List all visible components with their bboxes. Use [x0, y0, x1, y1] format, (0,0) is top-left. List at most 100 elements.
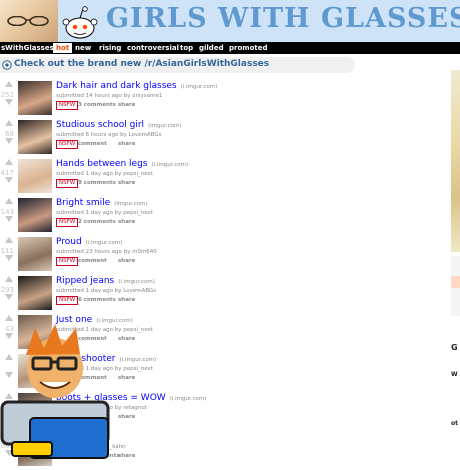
post-row: 417 Hands between legs (i.imgur.com) submit… — [0, 159, 355, 197]
tab-rising[interactable]: rising — [99, 44, 121, 52]
post-comments-link[interactable]: comment — [78, 258, 107, 264]
post-score: 417 — [0, 169, 14, 177]
tab-promoted[interactable]: promoted — [229, 44, 267, 52]
post-tagline: submitted 14 hours ago by onlysame1 — [56, 93, 163, 99]
porn-dude-mascot-logo[interactable] — [0, 320, 110, 460]
post-domain[interactable]: (i.imgur.com) — [120, 357, 157, 363]
post-comments-link[interactable]: 6 comments — [78, 297, 116, 303]
upvote-arrow-icon[interactable] — [5, 120, 13, 126]
sidebar-text-fragment: W — [451, 371, 458, 378]
tab-subreddit-name[interactable]: sWithGlasses — [1, 44, 54, 52]
sidebar-box — [451, 256, 460, 316]
glasses-icon — [7, 16, 49, 26]
post-score: 111 — [0, 247, 14, 255]
nsfw-badge: NSFW — [56, 179, 79, 188]
upvote-arrow-icon[interactable] — [5, 159, 13, 165]
downvote-arrow-icon[interactable] — [5, 255, 13, 261]
tab-top[interactable]: top — [180, 44, 193, 52]
post-thumbnail[interactable] — [18, 198, 52, 232]
reddit-alien-icon[interactable] — [60, 4, 100, 42]
post-title-link[interactable]: Proud (i.imgur.com) — [56, 237, 122, 247]
post-title-link[interactable]: Dark hair and dark glasses (i.imgur.com) — [56, 81, 217, 91]
tab-hot[interactable]: hot — [53, 43, 73, 53]
post-domain[interactable]: (imgur.com) — [114, 201, 147, 207]
tab-bar: sWithGlasses hot new rising controversia… — [0, 42, 460, 54]
header-logo-photo — [0, 0, 58, 42]
tab-new[interactable]: new — [75, 44, 91, 52]
downvote-arrow-icon[interactable] — [5, 99, 13, 105]
downvote-arrow-icon[interactable] — [5, 138, 13, 144]
post-title-link[interactable]: Hands between legs (i.imgur.com) — [56, 159, 188, 169]
post-score: 143 — [0, 208, 14, 216]
nsfw-badge: NSFW — [56, 296, 79, 305]
post-title[interactable]: Hands between legs — [56, 159, 147, 169]
post-share-link[interactable]: share — [118, 180, 135, 186]
nsfw-badge: NSFW — [56, 140, 79, 149]
upvote-arrow-icon[interactable] — [5, 81, 13, 87]
tab-gilded[interactable]: gilded — [199, 44, 224, 52]
tab-controversial[interactable]: controversial — [127, 44, 179, 52]
post-share-link[interactable]: share — [118, 102, 135, 108]
post-title-link[interactable]: Bright smile (imgur.com) — [56, 198, 148, 208]
post-row: 252 Dark hair and dark glasses (i.imgur.co… — [0, 81, 355, 119]
post-thumbnail[interactable] — [18, 120, 52, 154]
downvote-arrow-icon[interactable] — [5, 216, 13, 222]
post-title[interactable]: Ripped jeans — [56, 276, 114, 286]
post-score: 252 — [0, 91, 14, 99]
post-title-link[interactable]: Studious school girl (imgur.com) — [56, 120, 181, 130]
post-domain[interactable]: (i.imgur.com) — [151, 162, 188, 168]
post-row: 111 Proud (i.imgur.com) submitted 23 hours … — [0, 237, 355, 275]
upvote-arrow-icon[interactable] — [5, 276, 13, 282]
post-thumbnail[interactable] — [18, 159, 52, 193]
post-score: 68 — [5, 130, 14, 138]
post-score: 293 — [0, 286, 14, 294]
nsfw-badge: NSFW — [56, 257, 79, 266]
post-title-link[interactable]: Ripped jeans (i.imgur.com) — [56, 276, 155, 286]
post-tagline: submitted 1 day ago by pepsi_next — [56, 171, 153, 177]
post-comments-link[interactable]: 2 comments — [78, 219, 116, 225]
post-domain[interactable]: (i.imgur.com) — [181, 84, 218, 90]
announcement-icon — [2, 60, 12, 70]
downvote-arrow-icon[interactable] — [5, 294, 13, 300]
nsfw-badge: NSFW — [56, 218, 79, 227]
upvote-arrow-icon[interactable] — [5, 237, 13, 243]
post-comments-link[interactable]: comment — [78, 141, 107, 147]
post-share-link[interactable]: share — [118, 297, 135, 303]
sidebar-photo — [451, 70, 460, 252]
post-comments-link[interactable]: 9 comments — [78, 180, 116, 186]
post-row: 293 Ripped jeans (i.imgur.com) submitted 1 … — [0, 276, 355, 314]
upvote-arrow-icon[interactable] — [5, 198, 13, 204]
post-tagline: submitted 1 day ago by pepsi_next — [56, 210, 153, 216]
post-row: 68 Studious school girl (imgur.com) submitt… — [0, 120, 355, 158]
announcement-bar[interactable]: Check out the brand new /r/AsianGirlsWit… — [0, 57, 355, 73]
post-share-link[interactable]: share — [118, 258, 135, 264]
post-title[interactable]: Proud — [56, 237, 82, 247]
post-tagline: submitted 1 day ago by LovemABGs — [56, 288, 157, 294]
post-row: 143 Bright smile (imgur.com) submitted 1 da… — [0, 198, 355, 236]
post-comments-link[interactable]: 3 comments — [78, 102, 116, 108]
post-share-link[interactable]: share — [118, 219, 135, 225]
post-thumbnail[interactable] — [18, 276, 52, 310]
post-share-link[interactable]: share — [118, 375, 135, 381]
post-share-link[interactable]: share — [118, 414, 135, 420]
downvote-arrow-icon[interactable] — [5, 177, 13, 183]
post-domain[interactable]: (imgur.com) — [148, 123, 181, 129]
post-share-link[interactable]: share — [118, 141, 135, 147]
post-title[interactable]: Dark hair and dark glasses — [56, 81, 177, 91]
post-thumbnail[interactable] — [18, 81, 52, 115]
nsfw-badge: NSFW — [56, 101, 79, 110]
post-domain[interactable]: (i.imgur.com) — [118, 279, 155, 285]
post-tagline: submitted 6 hours ago by LovemABGs — [56, 132, 162, 138]
post-domain[interactable]: (i.imgur.com) — [86, 240, 123, 246]
announcement-link[interactable]: Check out the brand new /r/AsianGirlsWit… — [14, 59, 269, 69]
post-title[interactable]: Bright smile — [56, 198, 110, 208]
header: GIRLS WITH GLASSES — [0, 0, 460, 42]
post-share-link[interactable]: share — [118, 453, 135, 459]
post-title[interactable]: Studious school girl — [56, 120, 144, 130]
post-thumbnail[interactable] — [18, 237, 52, 271]
post-share-link[interactable]: share — [118, 336, 135, 342]
post-domain[interactable]: (i.imgur.com) — [170, 396, 207, 402]
sidebar-text-fragment-2: ot — [451, 420, 458, 427]
subreddit-title[interactable]: GIRLS WITH GLASSES — [106, 3, 460, 34]
post-tagline: submitted 23 hours ago by m0m640 — [56, 249, 157, 255]
